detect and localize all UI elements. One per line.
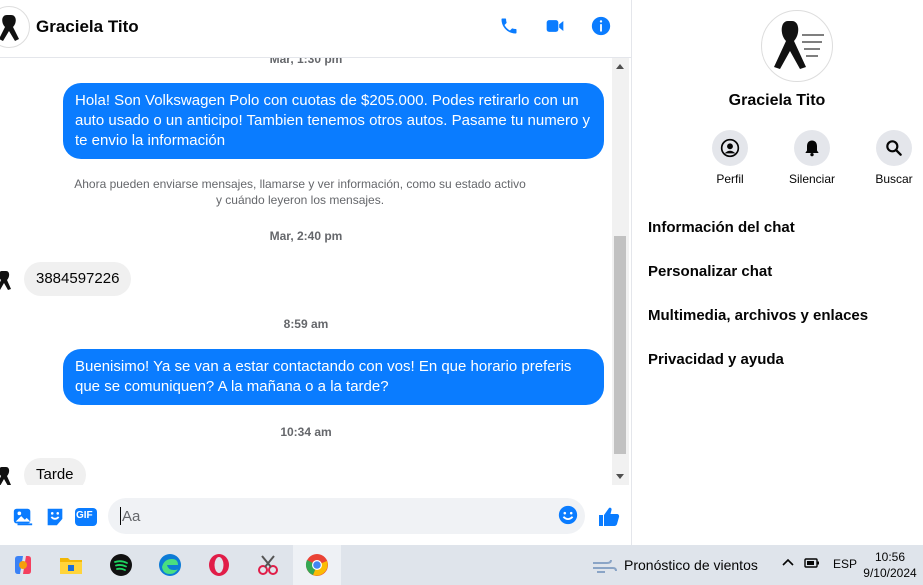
contact-name[interactable]: Graciela Tito <box>36 17 139 37</box>
gif-label: GIF <box>76 510 93 521</box>
timestamp: Mar, 1:30 pm <box>269 58 343 66</box>
contact-mini-avatar <box>0 462 18 485</box>
contact-mini-avatar <box>0 266 18 294</box>
chrome-browser-icon[interactable] <box>303 551 331 579</box>
chat-pane: Graciela Tito Mar, 1:30 pm Hola! Son Vol… <box>0 0 632 545</box>
search-label: Buscar <box>875 172 913 186</box>
input-language-indicator[interactable]: ESP <box>833 557 857 571</box>
sidebar-item-customize-chat[interactable]: Personalizar chat <box>648 263 772 280</box>
messenger-window: Graciela Tito Mar, 1:30 pm Hola! Son Vol… <box>0 0 923 545</box>
sidebar-item-media-files[interactable]: Multimedia, archivos y enlaces <box>648 307 868 324</box>
timestamp: Mar, 2:40 pm <box>269 229 343 243</box>
chat-details-sidebar: Graciela Tito Perfil Silenciar Buscar In… <box>632 0 923 545</box>
snipping-tool-icon[interactable] <box>254 551 282 579</box>
outgoing-message[interactable]: Hola! Son Volkswagen Polo con cuotas de … <box>63 83 604 159</box>
profile-icon <box>720 138 740 158</box>
network-battery-icon[interactable] <box>804 556 822 573</box>
scroll-down-arrow-icon[interactable] <box>616 474 624 479</box>
contact-profile-avatar[interactable] <box>761 10 833 82</box>
timestamp: 10:34 am <box>280 425 332 439</box>
file-explorer-icon[interactable] <box>57 551 85 579</box>
message-scrollbar[interactable] <box>612 58 629 485</box>
copilot-icon[interactable] <box>9 551 37 579</box>
sidebar-item-chat-info[interactable]: Información del chat <box>648 219 795 236</box>
photo-attach-icon[interactable] <box>11 505 35 529</box>
spotify-icon[interactable] <box>107 551 135 579</box>
incoming-message[interactable]: 3884597226 <box>24 262 132 296</box>
message-list: Mar, 1:30 pm Hola! Son Volkswagen Polo c… <box>0 58 612 485</box>
sticker-icon[interactable] <box>43 505 67 529</box>
edge-browser-icon[interactable] <box>156 551 184 579</box>
scroll-up-arrow-icon[interactable] <box>616 64 624 69</box>
video-call-icon[interactable] <box>543 14 567 38</box>
phone-call-icon[interactable] <box>497 14 521 38</box>
message-input-container[interactable] <box>108 498 585 534</box>
profile-button[interactable]: Perfil <box>702 130 758 186</box>
outgoing-message[interactable]: Buenisimo! Ya se van a estar contactando… <box>63 349 604 405</box>
system-clock[interactable]: 10:56 9/10/2024 <box>862 549 918 581</box>
contact-avatar[interactable] <box>0 6 30 48</box>
chat-notice: Ahora pueden enviarse mensajes, llamarse… <box>74 177 526 207</box>
chat-header: Graciela Tito <box>0 0 631 58</box>
gif-icon[interactable]: GIF <box>74 505 98 529</box>
opera-browser-icon[interactable] <box>205 551 233 579</box>
thumbs-up-icon[interactable] <box>597 505 621 529</box>
mute-label: Silenciar <box>788 172 836 186</box>
weather-wind-icon[interactable] <box>591 557 617 580</box>
sidebar-item-privacy-help[interactable]: Privacidad y ayuda <box>648 351 784 368</box>
show-hidden-icons-chevron-icon[interactable] <box>781 555 795 572</box>
bell-icon <box>805 140 819 157</box>
windows-taskbar: Pronóstico de vientos ESP 10:56 9/10/202… <box>0 545 923 585</box>
profile-label: Perfil <box>716 172 744 186</box>
message-composer: GIF <box>0 488 631 545</box>
clock-date: 9/10/2024 <box>863 566 917 580</box>
search-icon <box>886 140 902 156</box>
timestamp: 8:59 am <box>283 317 329 331</box>
mute-button[interactable]: Silenciar <box>784 130 840 186</box>
info-icon[interactable] <box>589 14 613 38</box>
clock-time: 10:56 <box>874 550 906 564</box>
incoming-message[interactable]: Tarde <box>24 458 86 485</box>
emoji-icon[interactable] <box>557 504 579 531</box>
search-button[interactable]: Buscar <box>866 130 922 186</box>
scroll-thumb[interactable] <box>614 236 626 454</box>
message-input[interactable] <box>120 507 554 526</box>
text-caret <box>120 507 121 525</box>
weather-widget-text[interactable]: Pronóstico de vientos <box>624 557 758 573</box>
sidebar-contact-name: Graciela Tito <box>728 92 826 109</box>
